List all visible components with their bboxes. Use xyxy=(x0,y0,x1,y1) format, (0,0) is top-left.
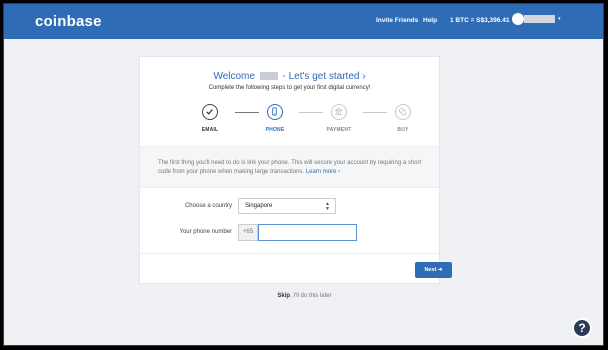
step-label-buy: BUY xyxy=(397,127,409,133)
step-connector xyxy=(235,112,259,113)
country-label: Choose a country xyxy=(184,203,232,209)
step-connector xyxy=(299,112,323,113)
btc-price: 1 BTC = S$3,396.41 xyxy=(450,17,510,24)
step-label-phone: PHONE xyxy=(265,127,285,133)
top-navigation-bar: coinbase Invite Friends Help 1 BTC = S$3… xyxy=(4,4,603,39)
coinbase-logo[interactable]: coinbase xyxy=(35,13,102,30)
welcome-suffix: - Let's get started › xyxy=(282,71,366,82)
app-window: coinbase Invite Friends Help 1 BTC = S$3… xyxy=(3,3,604,346)
step-label-email: EMAIL xyxy=(201,127,219,133)
learn-more-link[interactable]: Learn more › xyxy=(306,169,340,175)
phone-label: Your phone number xyxy=(179,229,233,235)
avatar[interactable] xyxy=(512,13,524,25)
welcome-prefix: Welcome xyxy=(213,71,255,82)
phone-icon xyxy=(267,104,283,120)
checkmark-icon xyxy=(202,104,218,120)
next-button[interactable]: Next ➜ xyxy=(415,262,452,278)
onboarding-card: Welcome - Let's get started › Complete t… xyxy=(139,56,452,284)
chevron-down-icon[interactable]: ▾ xyxy=(558,16,561,22)
step-label-payment: PAYMENT xyxy=(326,127,352,133)
country-code-prefix: +65 xyxy=(238,224,258,241)
country-value: Singapore xyxy=(245,203,273,209)
skip-link-row[interactable]: Skip, I'll do this later xyxy=(4,293,603,299)
info-text: The first thing you'll need to do is lin… xyxy=(158,160,422,175)
invite-friends-link[interactable]: Invite Friends xyxy=(376,17,418,24)
welcome-heading: Welcome - Let's get started › xyxy=(140,71,439,82)
username-redacted[interactable] xyxy=(524,15,555,23)
skip-rest-text: , I'll do this later xyxy=(290,293,332,299)
progress-stepper: EMAIL PHONE PAYMENT BUY xyxy=(140,104,439,137)
select-arrows-icon: ▲ ▼ xyxy=(325,201,330,212)
step-connector xyxy=(363,112,387,113)
coins-icon xyxy=(395,104,411,120)
help-link[interactable]: Help xyxy=(423,17,437,24)
onboarding-subtitle: Complete the following steps to get your… xyxy=(208,85,371,91)
phone-number-input[interactable] xyxy=(258,224,357,241)
country-select[interactable]: Singapore ▲ ▼ xyxy=(238,198,336,214)
redacted-name xyxy=(259,72,278,81)
card-divider xyxy=(140,253,439,254)
help-chat-button[interactable]: ? xyxy=(572,318,592,338)
skip-link[interactable]: Skip xyxy=(277,293,290,299)
phone-info-text: The first thing you'll need to do is lin… xyxy=(158,159,428,177)
bank-icon xyxy=(331,104,347,120)
